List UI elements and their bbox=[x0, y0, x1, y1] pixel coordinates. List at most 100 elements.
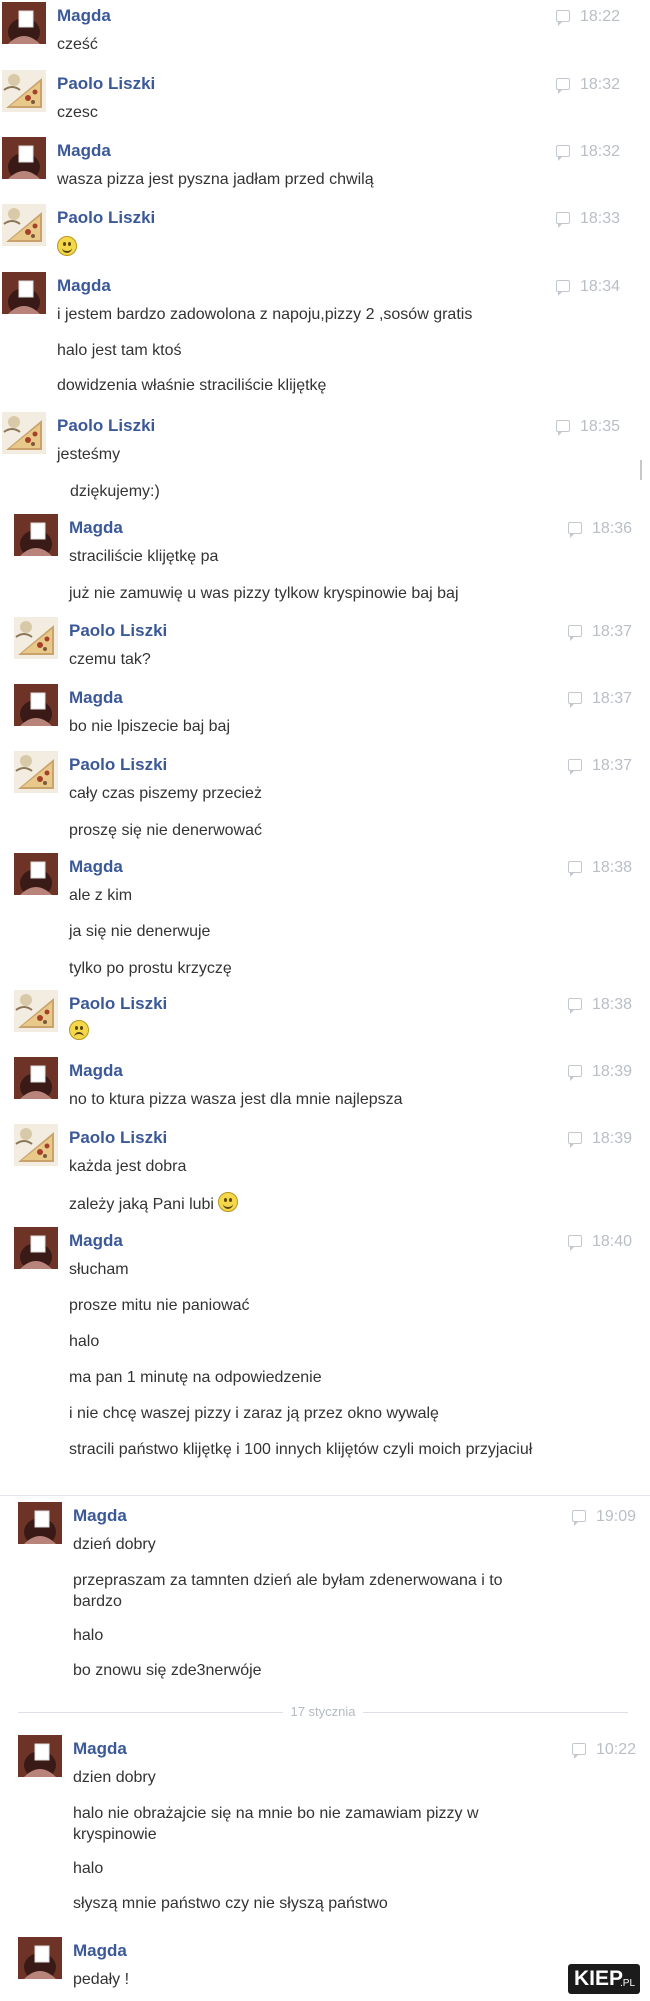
pizza-avatar-icon[interactable] bbox=[14, 751, 58, 793]
message-text: prosze mitu nie paniować bbox=[69, 1295, 250, 1316]
sender-name[interactable]: Paolo Liszki bbox=[69, 621, 167, 641]
sender-name[interactable]: Magda bbox=[73, 1941, 127, 1961]
message-timestamp: 18:37 bbox=[568, 690, 632, 708]
magda-avatar-icon[interactable] bbox=[18, 1937, 62, 1979]
pizza-avatar-icon[interactable] bbox=[14, 1124, 58, 1166]
pizza-avatar-icon[interactable] bbox=[14, 990, 58, 1032]
timestamp-text: 18:22 bbox=[580, 8, 621, 25]
message-text: i nie chcę waszej pizzy i zaraz ją przez… bbox=[69, 1403, 439, 1424]
sender-name[interactable]: Paolo Liszki bbox=[69, 994, 167, 1014]
message-text: zależy jaką Pani lubi bbox=[69, 1192, 239, 1215]
chat-bubble-icon bbox=[568, 522, 582, 538]
message-timestamp: 18:40 bbox=[568, 1233, 632, 1251]
scrollbar-thumb[interactable] bbox=[640, 460, 642, 480]
sender-name[interactable]: Paolo Liszki bbox=[57, 74, 155, 94]
timestamp-text: 18:35 bbox=[580, 418, 621, 435]
sender-name[interactable]: Magda bbox=[57, 6, 111, 26]
message-text-content: dziękujemy:) bbox=[70, 483, 160, 500]
sender-name[interactable]: Magda bbox=[69, 688, 123, 708]
pizza-avatar-icon[interactable] bbox=[14, 617, 58, 659]
message-text bbox=[57, 236, 77, 259]
magda-avatar-icon[interactable] bbox=[18, 1735, 62, 1777]
message-text-content: straciliście klijętkę pa bbox=[69, 548, 219, 565]
sender-name[interactable]: Magda bbox=[69, 518, 123, 538]
magda-avatar-icon[interactable] bbox=[14, 1057, 58, 1099]
sender-name[interactable]: Paolo Liszki bbox=[57, 416, 155, 436]
message-text: pedały ! bbox=[73, 1969, 129, 1990]
chat-bubble-icon bbox=[556, 280, 570, 296]
message-timestamp: 18:38 bbox=[568, 996, 632, 1014]
message-text-content: ale z kim bbox=[69, 887, 133, 904]
chat-bubble-icon bbox=[556, 78, 570, 94]
message-text-content: no to ktura pizza wasza jest dla mnie na… bbox=[69, 1091, 403, 1108]
magda-avatar-icon[interactable] bbox=[2, 272, 46, 314]
sender-name[interactable]: Paolo Liszki bbox=[57, 208, 155, 228]
message-timestamp: 18:34 bbox=[556, 278, 620, 296]
timestamp-text: 19:09 bbox=[596, 1508, 637, 1525]
message-text: halo bbox=[69, 1331, 99, 1352]
magda-avatar-icon[interactable] bbox=[2, 137, 46, 179]
magda-avatar-icon[interactable] bbox=[14, 1227, 58, 1269]
timestamp-text: 18:32 bbox=[580, 76, 621, 93]
message-text-content: dzień dobry bbox=[73, 1536, 156, 1553]
message-text-content: dowidzenia właśnie straciliście klijętkę bbox=[57, 377, 327, 394]
chat-bubble-icon bbox=[568, 625, 582, 641]
sender-name[interactable]: Magda bbox=[69, 1061, 123, 1081]
message-text-content: i jestem bardzo zadowolona z napoju,pizz… bbox=[57, 306, 473, 323]
section-divider bbox=[0, 1495, 650, 1496]
message-text: wasza pizza jest pyszna jadłam przed chw… bbox=[57, 169, 374, 190]
sender-name[interactable]: Paolo Liszki bbox=[69, 1128, 167, 1148]
pizza-avatar-icon[interactable] bbox=[2, 412, 46, 454]
message-text-content: jesteśmy bbox=[57, 446, 121, 463]
message-text-content: ma pan 1 minutę na odpowiedzenie bbox=[69, 1369, 322, 1386]
timestamp-text: 18:38 bbox=[592, 859, 633, 876]
message-timestamp: 18:22 bbox=[556, 8, 620, 26]
sender-name[interactable]: Magda bbox=[73, 1506, 127, 1526]
sender-name[interactable]: Magda bbox=[73, 1739, 127, 1759]
timestamp-text: 18:33 bbox=[580, 210, 621, 227]
message-text: tylko po prostu krzyczę bbox=[69, 958, 232, 979]
message-text-content: halo nie obrażajcie się na mnie bo nie z… bbox=[73, 1805, 479, 1843]
message-timestamp: 18:32 bbox=[556, 76, 620, 94]
smile-emoji-icon bbox=[57, 236, 77, 256]
pizza-avatar-icon[interactable] bbox=[2, 204, 46, 246]
chat-bubble-icon bbox=[568, 1132, 582, 1148]
timestamp-text: 18:37 bbox=[592, 757, 633, 774]
message-text-content: dzien dobry bbox=[73, 1769, 156, 1786]
watermark-main: KIEP bbox=[574, 1967, 624, 1990]
sender-name[interactable]: Paolo Liszki bbox=[69, 755, 167, 775]
chat-bubble-icon bbox=[556, 10, 570, 26]
magda-avatar-icon[interactable] bbox=[2, 2, 46, 44]
chat-bubble-icon bbox=[556, 420, 570, 436]
timestamp-text: 18:34 bbox=[580, 278, 621, 295]
message-text: dowidzenia właśnie straciliście klijętkę bbox=[57, 375, 326, 396]
message-text-content: cześć bbox=[57, 36, 98, 53]
message-text-content: bo nie lpiszecie baj baj bbox=[69, 718, 230, 735]
magda-avatar-icon[interactable] bbox=[14, 514, 58, 556]
message-text: dzień dobry bbox=[73, 1534, 156, 1555]
message-text: ja się nie denerwuje bbox=[69, 921, 210, 942]
sender-name[interactable]: Magda bbox=[69, 1231, 123, 1251]
message-text: już nie zamuwię u was pizzy tylkow krysp… bbox=[69, 583, 459, 604]
message-timestamp: 18:36 bbox=[568, 520, 632, 538]
message-text: straciliście klijętkę pa bbox=[69, 546, 218, 567]
message-text: bo nie lpiszecie baj baj bbox=[69, 716, 230, 737]
timestamp-text: 18:32 bbox=[580, 143, 621, 160]
magda-avatar-icon[interactable] bbox=[14, 684, 58, 726]
message-text: jesteśmy bbox=[57, 444, 120, 465]
message-text-content: halo bbox=[69, 1333, 100, 1350]
pizza-avatar-icon[interactable] bbox=[2, 70, 46, 112]
magda-avatar-icon[interactable] bbox=[14, 853, 58, 895]
message-text: halo jest tam ktoś bbox=[57, 340, 182, 361]
sender-name[interactable]: Magda bbox=[57, 141, 111, 161]
timestamp-text: 18:36 bbox=[592, 520, 633, 537]
message-text-content: halo jest tam ktoś bbox=[57, 342, 182, 359]
sender-name[interactable]: Magda bbox=[69, 857, 123, 877]
message-text: słyszą mnie państwo czy nie słyszą państ… bbox=[73, 1893, 388, 1914]
message-timestamp: 18:32 bbox=[556, 143, 620, 161]
message-timestamp: 18:33 bbox=[556, 210, 620, 228]
sender-name[interactable]: Magda bbox=[57, 276, 111, 296]
message-timestamp: 18:38 bbox=[568, 859, 632, 877]
magda-avatar-icon[interactable] bbox=[18, 1502, 62, 1544]
message-text: halo bbox=[73, 1858, 103, 1879]
